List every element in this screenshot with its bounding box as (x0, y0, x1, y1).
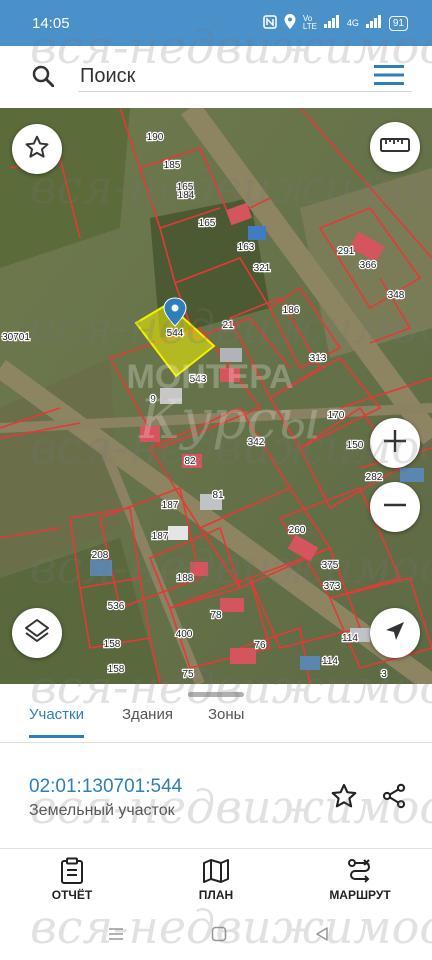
parcel-label: 321 (254, 263, 271, 274)
triangle-back-icon (316, 927, 328, 941)
back-button[interactable] (314, 926, 330, 947)
star-icon (24, 134, 50, 165)
parcel-label: 170 (328, 410, 345, 421)
plan-button[interactable]: ПЛАН (161, 854, 271, 902)
map-icon (161, 854, 271, 888)
parcel-label: 348 (388, 290, 405, 301)
signal-icon (323, 15, 340, 31)
parcel-label: 185 (164, 160, 181, 171)
parcel-label: 82 (184, 456, 196, 467)
plan-label: ПЛАН (198, 888, 234, 902)
ruler-icon (380, 136, 410, 159)
divider (0, 848, 432, 849)
minus-icon (382, 492, 408, 523)
parcel-label: 373 (324, 581, 341, 592)
parcel-label: 544 (167, 328, 184, 339)
menu-icon[interactable] (374, 64, 404, 91)
favorite-map-button[interactable] (12, 124, 62, 174)
route-button[interactable]: МАРШРУТ (305, 854, 415, 902)
share-button[interactable] (380, 782, 408, 815)
parcel-label: 150 (347, 440, 364, 451)
parcel-label: 188 (177, 573, 194, 584)
parcel-label: 260 (289, 525, 306, 536)
parcel-label: 158 (108, 664, 125, 675)
route-label: МАРШРУТ (329, 888, 391, 902)
parcel-cadastral-number[interactable]: 02:01:130701:544 (29, 776, 182, 798)
plus-icon (382, 428, 408, 459)
cadastral-map[interactable]: 190 185 184 165 163 321 291 366 348 186 21 544 543 31… (0, 108, 432, 684)
menu-lines-icon (109, 928, 123, 940)
square-icon (211, 926, 227, 942)
zoom-out-button[interactable] (370, 482, 420, 532)
parcel-label: 158 (104, 639, 121, 650)
report-label: ОТЧЁТ (51, 888, 93, 902)
layers-icon (23, 617, 51, 650)
parcel-label: 536 (108, 601, 125, 612)
parcel-label: 163 (238, 242, 255, 253)
zoom-in-button[interactable] (370, 418, 420, 468)
map-watermark-script: Курсы (138, 388, 321, 451)
parcel-label: 76 (254, 640, 266, 651)
parcel-label: 208 (92, 550, 109, 561)
parcel-label: 30701 (2, 332, 30, 343)
parcel-label: 187 (162, 500, 179, 511)
parcel-label: 291 (338, 246, 355, 257)
parcel-label: 114 (342, 633, 358, 644)
recents-button[interactable] (108, 926, 124, 947)
parcel-label: 114 (322, 656, 338, 667)
parcel-label: 81 (212, 490, 224, 501)
navigation-arrow-icon (384, 620, 406, 647)
tab-bar: Участки Здания Зоны (0, 702, 432, 743)
share-icon (382, 783, 406, 809)
parcel-label: 165 (177, 182, 194, 193)
report-button[interactable]: ОТЧЁТ (17, 854, 127, 902)
star-icon (331, 783, 357, 808)
tab-buildings[interactable]: Здания (122, 706, 173, 735)
parcel-label: 187 (152, 531, 169, 542)
favorite-parcel-button[interactable] (330, 782, 358, 815)
route-icon (305, 854, 415, 888)
network-label: 4G (346, 18, 359, 28)
parcel-label: 21 (222, 320, 234, 331)
parcel-label: 78 (210, 610, 222, 621)
battery-icon: 91 (388, 15, 408, 31)
parcel-label: 3 (381, 669, 387, 680)
parcel-label: 313 (310, 353, 327, 364)
map-canvas[interactable]: 1901851841651633212913663481862154454331… (0, 108, 432, 684)
home-button[interactable] (211, 926, 227, 947)
status-time: 14:05 (32, 15, 70, 32)
nfc-icon (263, 14, 277, 32)
parcel-label: 282 (366, 472, 383, 483)
parcel-label: 375 (322, 560, 339, 571)
parcel-label: 186 (283, 305, 300, 316)
location-icon (284, 14, 296, 32)
parcel-type: Земельный участок (29, 802, 175, 819)
parcel-label: 366 (360, 260, 377, 271)
parcel-label: 400 (176, 629, 193, 640)
parcel-label: 165 (199, 218, 216, 229)
ruler-button[interactable] (370, 122, 420, 172)
search-bar (6, 48, 426, 106)
search-icon[interactable] (32, 65, 55, 92)
status-icons: Vo LTE 4G 91 (263, 14, 408, 32)
sheet-drag-handle[interactable] (188, 692, 244, 697)
parcel-label: 190 (147, 132, 164, 143)
status-bar: 14:05 Vo LTE 4G 91 (0, 0, 432, 46)
layers-button[interactable] (12, 608, 62, 658)
parcel-label: 75 (182, 669, 194, 680)
system-nav-bar (0, 912, 432, 960)
clipboard-icon (17, 854, 127, 888)
tab-zones[interactable]: Зоны (208, 706, 244, 735)
search-input[interactable] (78, 61, 412, 92)
signal-icon-2 (365, 15, 382, 31)
tab-parcels[interactable]: Участки (29, 706, 84, 738)
my-location-button[interactable] (370, 608, 420, 658)
volte-label: Vo LTE (302, 14, 317, 31)
